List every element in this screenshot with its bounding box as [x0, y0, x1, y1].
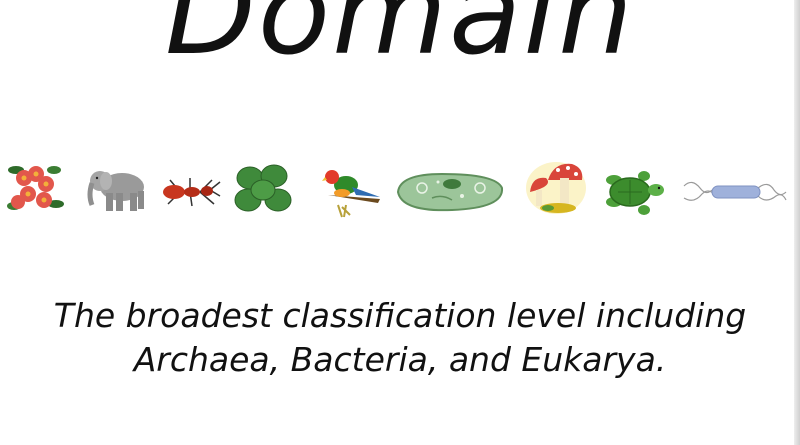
- leaves-icon: [234, 162, 294, 218]
- window-edge: [794, 0, 800, 445]
- caption-line-2: Archaea, Bacteria, and Eukarya.: [133, 340, 667, 379]
- mushroom-icon: [524, 160, 588, 216]
- slide: Domain The broadest classification level…: [0, 0, 800, 445]
- bacterium-icon: [682, 176, 788, 208]
- elephant-icon: [86, 163, 148, 215]
- parrot-icon: [322, 165, 382, 219]
- turtle-icon: [600, 166, 666, 218]
- caption-line-1: The broadest classification level includ…: [53, 296, 747, 335]
- paramecium-icon: [392, 166, 508, 216]
- slide-title: Domain: [165, 0, 635, 81]
- ant-icon: [160, 172, 222, 210]
- flower-icon: [6, 160, 64, 216]
- slide-caption: The broadest classification level includ…: [0, 294, 800, 382]
